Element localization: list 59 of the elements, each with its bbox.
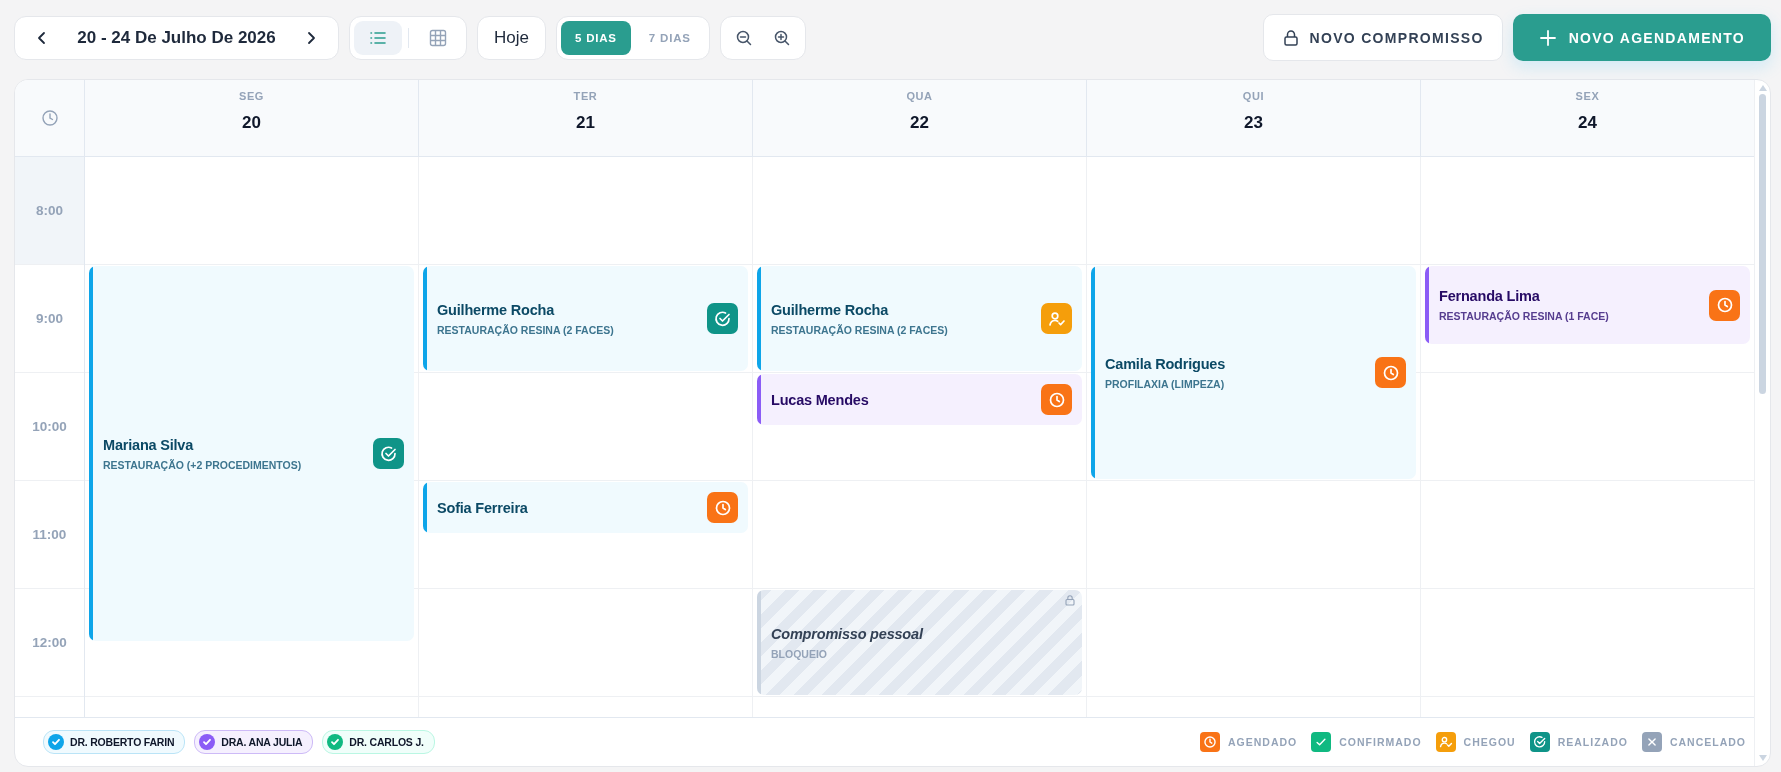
hour-label: 10:00 (32, 419, 67, 434)
date-range-label: 20 - 24 De Julho De 2026 (77, 27, 276, 48)
patient-name: Guilherme Rocha (771, 301, 890, 318)
zoom-out-icon (734, 28, 753, 47)
status-legend-label: CHEGOU (1463, 736, 1516, 748)
hour-label: 12:00 (32, 635, 67, 650)
weekday-label: QUA (906, 90, 933, 102)
procedure-label: RESTAURAÇÃO RESINA (2 FACES) (437, 323, 615, 336)
scroll-up-icon[interactable] (1757, 84, 1768, 92)
procedure-label: RESTAURAÇÃO RESINA (2 FACES) (771, 323, 949, 336)
appointment-event[interactable]: Guilherme Rocha RESTAURAÇÃO RESINA (2 FACES) (423, 266, 748, 371)
weekday-label: SEX (1575, 90, 1600, 102)
grid-icon (428, 27, 449, 48)
clock-icon (40, 109, 59, 127)
day-number: 21 (576, 113, 595, 133)
hour-label: 9:00 (36, 311, 63, 326)
procedure-label: RESTAURAÇÃO (+2 PROCEDIMENTOS) (103, 458, 303, 471)
patient-name: Lucas Mendes (771, 391, 870, 408)
plus-icon (1538, 28, 1557, 47)
lock-icon (1281, 28, 1300, 47)
patient-name: Fernanda Lima (1439, 288, 1541, 304)
appointment-event[interactable]: Guilherme Rocha RESTAURAÇÃO RESINA (2 FACES) (757, 266, 1082, 371)
procedure-label: PROFILAXIA (LIMPEZA) (1105, 377, 1226, 390)
status-legend-label: CANCELADO (1669, 736, 1746, 748)
weekday-label: TER (573, 90, 598, 102)
patient-name: Mariana Silva (103, 436, 195, 453)
appointment-event[interactable]: Sofia Ferreira (423, 482, 748, 533)
appointment-event[interactable]: Fernanda Lima RESTAURAÇÃO RESINA (1 FACE) (1425, 266, 1750, 344)
appointment-event[interactable]: Lucas Mendes (757, 374, 1082, 425)
procedure-label: BLOQUEIO (771, 647, 828, 660)
hour-label: 8:00 (36, 203, 63, 218)
weekday-label: QUI (1242, 90, 1265, 102)
zoom-in-icon (772, 28, 791, 47)
day-number: 23 (1244, 113, 1263, 133)
lock-icon (1064, 594, 1076, 606)
day-number: 20 (242, 113, 261, 133)
patient-name: Sofia Ferreira (437, 499, 529, 516)
procedure-label: RESTAURAÇÃO RESINA (1 FACE) (1439, 310, 1610, 322)
patient-name: Camila Rodrigues (1105, 355, 1227, 372)
professional-filter-chip[interactable]: DRA. ANA JULIA (194, 730, 314, 754)
list-view-button[interactable] (354, 20, 402, 55)
scrollbar-thumb[interactable] (1759, 94, 1766, 394)
appointment-event[interactable]: Mariana Silva RESTAURAÇÃO (+2 PROCEDIMENTOS) (89, 266, 414, 641)
patient-name: Guilherme Rocha (437, 301, 556, 318)
status-legend-label: REALIZADO (1557, 736, 1628, 748)
appointment-event[interactable]: Camila Rodrigues PROFILAXIA (LIMPEZA) (1091, 266, 1416, 479)
today-button[interactable]: Hoje (477, 15, 546, 60)
hour-label: 11:00 (32, 527, 67, 542)
professional-filter-chip[interactable]: DR. CARLOS J. (322, 730, 435, 754)
new-commitment-button[interactable]: NOVO COMPROMISSO (1262, 14, 1503, 61)
day-number: 22 (910, 113, 929, 133)
professional-filter-chip[interactable]: DR. ROBERTO FARIN (43, 730, 186, 754)
scroll-down-icon[interactable] (1757, 754, 1768, 762)
blocked-time-event[interactable]: Compromisso pessoal BLOQUEIO (757, 590, 1082, 695)
patient-name: Compromisso pessoal (771, 625, 925, 642)
weekday-label: SEG (239, 90, 264, 102)
status-legend-label: CONFIRMADO (1339, 736, 1422, 748)
day-number: 24 (1578, 113, 1597, 133)
status-legend-label: AGENDADO (1227, 736, 1298, 748)
